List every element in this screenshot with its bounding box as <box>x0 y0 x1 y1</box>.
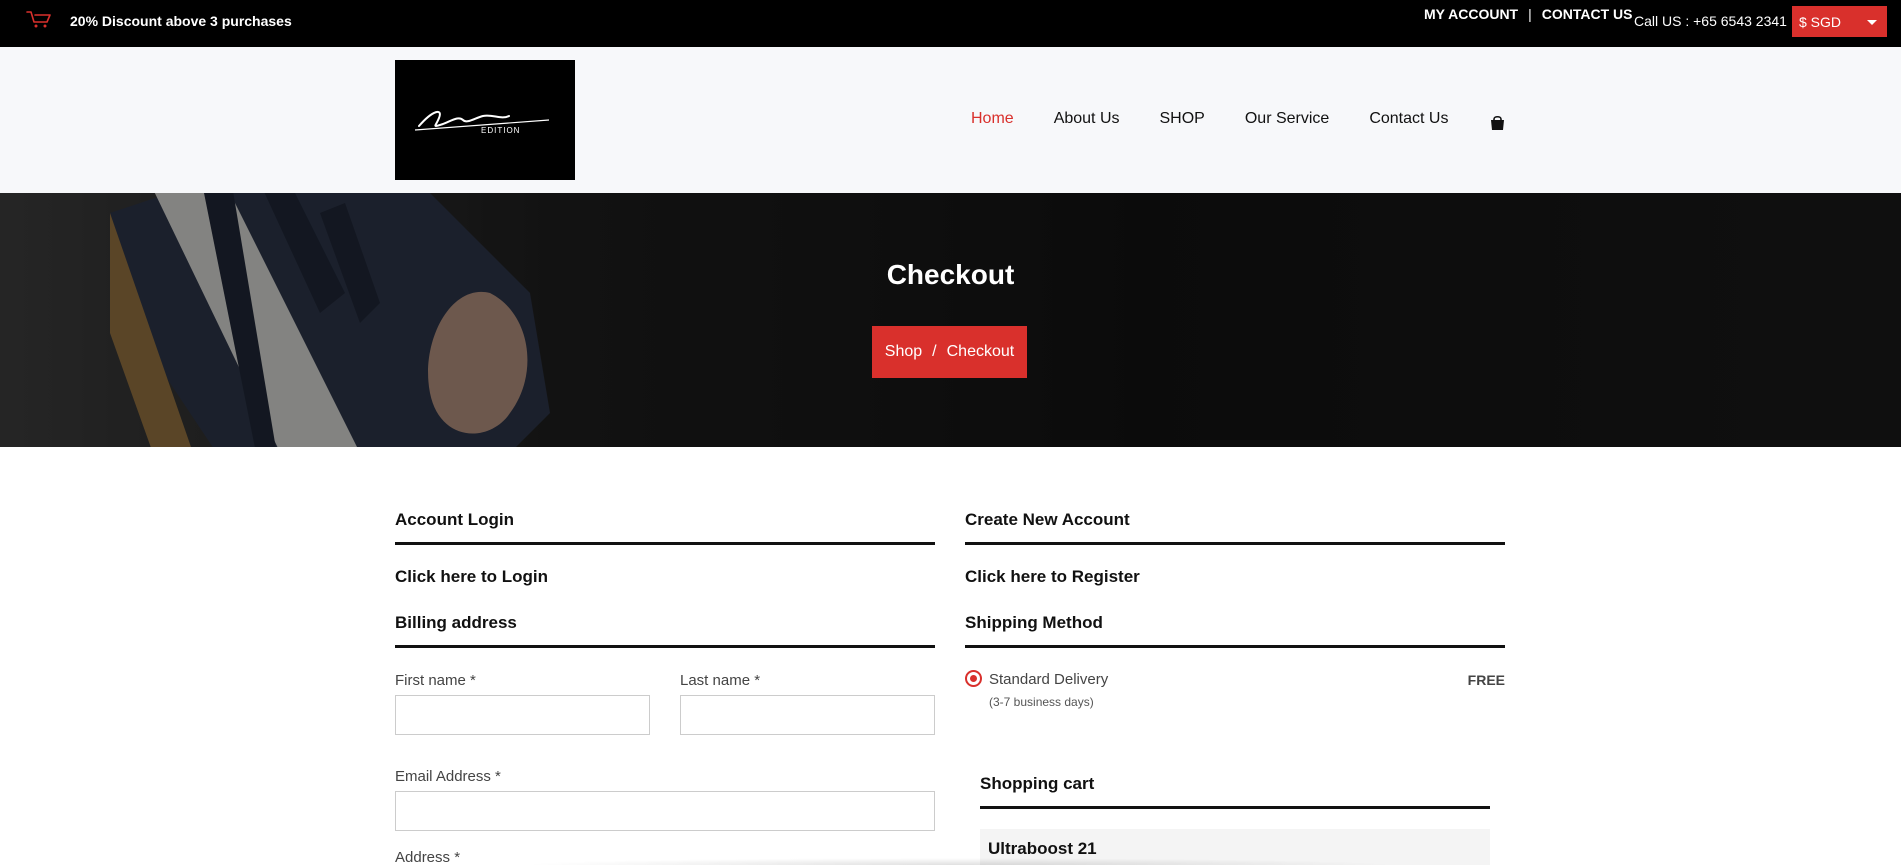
shipping-option-name: Standard Delivery <box>989 671 1109 688</box>
breadcrumb-shop[interactable]: Shop <box>885 343 922 361</box>
shopping-cart-title: Shopping cart <box>980 774 1490 809</box>
email-label: Email Address * <box>395 768 501 785</box>
my-account-link[interactable]: MY ACCOUNT <box>1424 6 1518 22</box>
top-links: MY ACCOUNT | CONTACT US <box>1424 6 1633 22</box>
phone-number: Call US : +65 6543 2341 <box>1634 13 1787 29</box>
right-column: Create New Account Click here to Registe… <box>965 510 1505 718</box>
page-title: Checkout <box>886 259 1015 290</box>
breadcrumb-current: Checkout <box>946 343 1015 360</box>
currency-select[interactable]: $ SGD <box>1792 6 1887 37</box>
login-link[interactable]: Click here to Login <box>395 567 935 587</box>
nav-about-us[interactable]: About Us <box>1054 110 1120 128</box>
logo-word: EDITION <box>481 126 520 134</box>
shipping-option-price: FREE <box>1467 672 1505 688</box>
email-group: Email Address * <box>395 768 935 831</box>
promo-text: 20% Discount above 3 purchases <box>70 13 292 29</box>
logo-mark: EDITION <box>414 110 550 134</box>
last-name-group: Last name * <box>680 672 935 735</box>
register-link[interactable]: Click here to Register <box>965 567 1505 587</box>
breadcrumb: Shop / Checkout <box>872 326 1027 378</box>
top-bar: 20% Discount above 3 purchases MY ACCOUN… <box>0 0 1901 47</box>
nav-shop[interactable]: SHOP <box>1160 110 1205 128</box>
first-name-label: First name * <box>395 672 476 689</box>
site-header: EDITION Home About Us SHOP Our Service C… <box>0 47 1901 193</box>
nav-contact-us[interactable]: Contact Us <box>1369 110 1448 128</box>
email-field[interactable] <box>395 791 935 831</box>
last-name-field[interactable] <box>680 695 935 735</box>
currency-value: $ SGD <box>1799 14 1842 30</box>
bottom-shadow <box>520 858 1400 865</box>
nav-our-service[interactable]: Our Service <box>1245 110 1329 128</box>
shipping-option-eta: (3-7 business days) <box>989 695 1094 709</box>
first-name-group: First name * <box>395 672 650 735</box>
breadcrumb-separator: / <box>932 343 937 360</box>
account-login-title: Account Login <box>395 510 935 545</box>
banner-overlay <box>0 193 1901 447</box>
cart-icon <box>26 11 51 28</box>
left-column: Account Login Click here to Login Billin… <box>395 510 935 865</box>
last-name-label: Last name * <box>680 672 761 689</box>
link-separator: | <box>1528 6 1532 22</box>
billing-title: Billing address <box>395 613 935 648</box>
shipping-method-title: Shipping Method <box>965 613 1505 648</box>
nav-home[interactable]: Home <box>971 110 1014 128</box>
shipping-option[interactable]: Standard Delivery (3-7 business days) FR… <box>965 670 1505 718</box>
main-nav: Home About Us SHOP Our Service Contact U… <box>971 110 1488 128</box>
shipping-radio[interactable] <box>965 670 982 687</box>
chevron-down-icon <box>1867 20 1877 25</box>
logo[interactable]: EDITION <box>395 60 575 180</box>
create-account-title: Create New Account <box>965 510 1505 545</box>
first-name-field[interactable] <box>395 695 650 735</box>
contact-us-link[interactable]: CONTACT US <box>1542 6 1633 22</box>
shopping-bag-icon[interactable] <box>1490 115 1505 131</box>
shopping-cart: Shopping cart Ultraboost 21 <box>980 774 1490 865</box>
name-row: First name * Last name * <box>395 672 935 735</box>
page-banner: Checkout Shop / Checkout <box>0 193 1901 447</box>
